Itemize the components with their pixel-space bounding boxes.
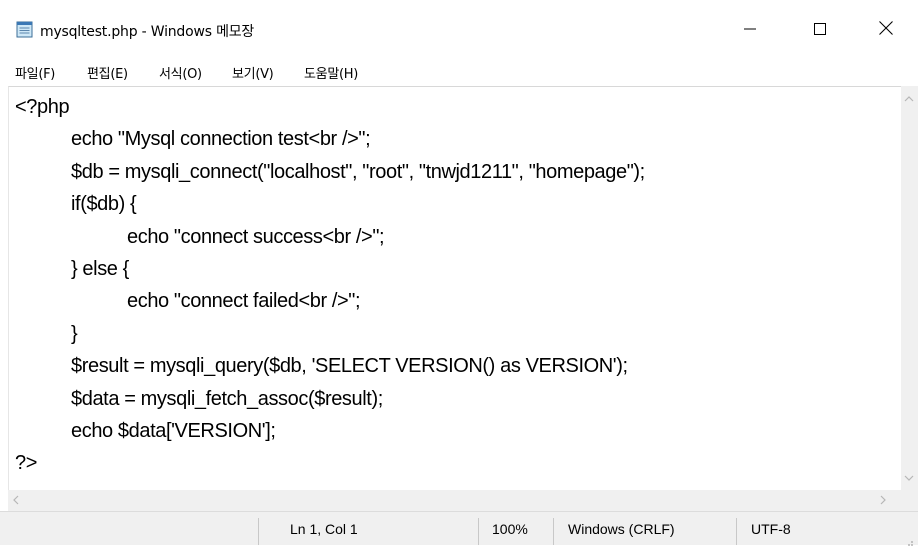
status-divider	[553, 518, 554, 545]
menu-bar: 파일(F) 편집(E) 서식(O) 보기(V) 도움말(H)	[0, 58, 918, 86]
resize-grip-icon[interactable]	[904, 532, 914, 551]
horizontal-scrollbar[interactable]	[8, 490, 901, 511]
code-line: }	[71, 322, 78, 345]
code-line: $data = mysqli_fetch_assoc($result);	[71, 387, 383, 410]
menu-view[interactable]: 보기(V)	[232, 63, 274, 82]
zoom-level: 100%	[492, 520, 528, 537]
cursor-position: Ln 1, Col 1	[290, 520, 358, 537]
status-bar: Ln 1, Col 1 100% Windows (CRLF) UTF-8	[0, 511, 918, 546]
code-line: <?php	[15, 96, 70, 118]
code-line: echo $data['VERSION'];	[71, 419, 276, 442]
code-line: ?>	[15, 452, 38, 475]
code-line: echo "connect failed<br />";	[127, 290, 361, 313]
code-line: echo "Mysql connection test<br />";	[71, 128, 371, 151]
maximize-icon	[814, 20, 826, 39]
close-button[interactable]	[854, 0, 918, 58]
vertical-scrollbar[interactable]	[901, 86, 918, 490]
maximize-button[interactable]	[788, 0, 852, 58]
menu-format[interactable]: 서식(O)	[159, 63, 202, 82]
status-divider	[736, 518, 737, 545]
scrollbar-corner	[901, 490, 918, 511]
menu-file[interactable]: 파일(F)	[15, 63, 55, 82]
code-line: $result = mysqli_query($db, 'SELECT VERS…	[71, 355, 628, 378]
title-bar[interactable]: mysqltest.php - Windows 메모장	[0, 0, 918, 58]
scroll-up-icon[interactable]	[904, 92, 914, 104]
status-divider	[478, 518, 479, 545]
editor-content: <?php echo "Mysql connection test<br />"…	[15, 91, 645, 480]
minimize-button[interactable]	[718, 0, 782, 58]
scroll-down-icon[interactable]	[904, 472, 914, 484]
scroll-left-icon[interactable]	[12, 495, 19, 507]
notepad-icon	[16, 20, 33, 38]
code-line: } else {	[71, 257, 129, 280]
text-editor[interactable]: <?php echo "Mysql connection test<br />"…	[8, 86, 902, 491]
menu-help[interactable]: 도움말(H)	[304, 63, 358, 82]
minimize-icon	[744, 20, 756, 39]
scroll-right-icon[interactable]	[880, 495, 887, 507]
code-line: if($db) {	[71, 193, 137, 216]
code-line: $db = mysqli_connect("localhost", "root"…	[71, 160, 645, 183]
status-divider	[258, 518, 259, 545]
line-ending: Windows (CRLF)	[568, 520, 675, 537]
menu-edit[interactable]: 편집(E)	[87, 63, 128, 82]
window-title: mysqltest.php - Windows 메모장	[40, 24, 255, 40]
encoding: UTF-8	[751, 520, 791, 537]
close-icon	[879, 20, 893, 39]
code-line: echo "connect success<br />";	[127, 225, 385, 248]
